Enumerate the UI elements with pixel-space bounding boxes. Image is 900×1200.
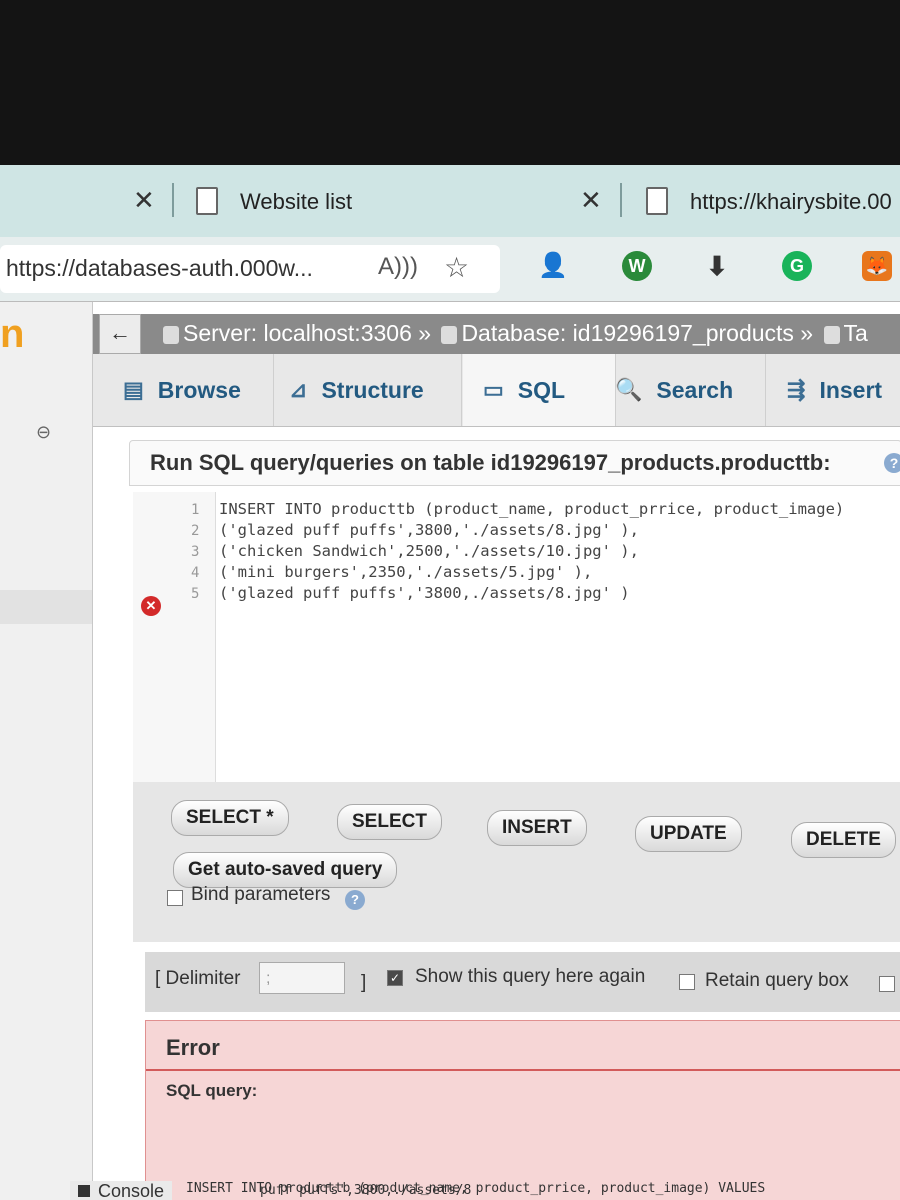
sql-panel-header: Run SQL query/queries on table id1929619…	[129, 440, 900, 486]
query-options-row: [ Delimiter ; ] ✓ Show this query here a…	[145, 952, 900, 1012]
select-button[interactable]: SELECT	[337, 804, 442, 840]
download-icon[interactable]: ⬇	[702, 251, 732, 281]
show-query-again-label: Show this query here again	[415, 966, 646, 987]
syntax-error-icon[interactable]: ✕	[141, 596, 161, 616]
error-title: Error	[166, 1035, 220, 1060]
tab-search-label: Search	[656, 376, 734, 403]
sql-query-label: SQL query:	[166, 1081, 258, 1100]
tab-browse-label: Browse	[157, 376, 241, 403]
console-query-text: puff puffs',3800,./assets/8	[260, 1183, 472, 1198]
code-line: ('glazed puff puffs',3800,'./assets/8.jp…	[219, 521, 639, 539]
nav-selected-item[interactable]	[0, 590, 92, 624]
browse-icon: ▤	[123, 377, 144, 402]
tab-insert[interactable]: ⇶ Insert	[787, 354, 900, 426]
query-buttons: SELECT * SELECT INSERT UPDATE DELETE Get…	[133, 782, 900, 942]
error-box: Error SQL query: INSERT INTO producttb (…	[145, 1020, 900, 1200]
delimiter-input[interactable]: ;	[259, 962, 345, 994]
breadcrumb-server[interactable]: Server: localhost:3306 »	[183, 320, 431, 346]
tab-search[interactable]: 🔍 Search	[615, 354, 766, 426]
update-button[interactable]: UPDATE	[635, 816, 742, 852]
tab-structure[interactable]: ⊿ Structure	[289, 354, 462, 426]
line-number: 2	[191, 523, 200, 539]
link-icon[interactable]: ⊖	[36, 422, 51, 443]
left-navigation: n ⊖	[0, 302, 93, 1200]
get-autosaved-query-button[interactable]: Get auto-saved query	[173, 852, 398, 888]
close-tab-icon[interactable]: ✕	[580, 185, 602, 216]
retain-query-box-checkbox[interactable]	[679, 974, 695, 990]
breadcrumb-database[interactable]: Database: id19296197_products »	[461, 320, 813, 346]
show-query-again-checkbox[interactable]: ✓	[387, 970, 403, 986]
console-label: Console	[98, 1181, 165, 1200]
tab-sql-label: SQL	[517, 376, 566, 403]
code-line: ('glazed puff puffs','3800,./assets/8.jp…	[219, 584, 630, 602]
metamask-icon[interactable]: 🦊	[862, 251, 892, 281]
panel-title: Run SQL query/queries on table id1929619…	[150, 450, 831, 475]
breadcrumb-path: Server: localhost:3306 » Database: id192…	[159, 320, 868, 347]
delimiter-bracket: ]	[361, 972, 367, 993]
bind-parameters-checkbox[interactable]	[167, 890, 183, 906]
line-number: 5	[191, 586, 200, 602]
main-content: ← Server: localhost:3306 » Database: id1…	[93, 302, 900, 1200]
tab-separator	[172, 183, 174, 217]
code-line: ('mini burgers',2350,'./assets/5.jpg' ),	[219, 563, 593, 581]
phpmyadmin-logo: n	[0, 312, 25, 356]
tab-khairysbite[interactable]: https://khairysbite.00	[690, 189, 892, 215]
profile-sync-icon[interactable]: 👤	[538, 251, 568, 281]
address-bar: https://databases-auth.000w... A))) ☆ 👤 …	[0, 237, 900, 302]
w-extension-icon[interactable]: W	[622, 251, 652, 281]
tab-structure-label: Structure	[321, 376, 424, 403]
table-tabs: ▤ Browse ⊿ Structure ▭ SQL 🔍 Search ⇶ Insert	[93, 354, 900, 427]
console-icon	[78, 1185, 90, 1197]
code-line: ('chicken Sandwich',2500,'./assets/10.jp…	[219, 542, 639, 560]
breadcrumb-table[interactable]: Ta	[844, 320, 868, 346]
close-tab-icon[interactable]: ✕	[133, 185, 155, 216]
code-line: INSERT INTO producttb (product_name, pro…	[219, 500, 845, 518]
help-icon[interactable]: ?	[884, 453, 900, 473]
tab-website-list[interactable]: Website list	[240, 189, 352, 215]
retain-query-box-label: Retain query box	[705, 970, 849, 991]
grammarly-icon[interactable]: G	[782, 251, 812, 281]
error-divider	[146, 1069, 900, 1071]
delimiter-label: [ Delimiter	[155, 968, 241, 989]
line-number: 1	[191, 502, 200, 518]
page-icon	[646, 187, 668, 215]
url-field[interactable]: https://databases-auth.000w... A))) ☆	[0, 245, 500, 293]
tab-insert-label: Insert	[819, 376, 883, 403]
breadcrumb: ← Server: localhost:3306 » Database: id1…	[93, 314, 900, 354]
collapse-nav-button[interactable]: ←	[99, 314, 141, 354]
extra-option-checkbox[interactable]	[879, 976, 895, 992]
select-star-button[interactable]: SELECT *	[171, 800, 289, 836]
page-icon	[196, 187, 218, 215]
tab-separator	[620, 183, 622, 217]
insert-button[interactable]: INSERT	[487, 810, 587, 846]
structure-icon: ⊿	[289, 377, 308, 402]
help-icon[interactable]: ?	[345, 890, 365, 910]
server-icon	[163, 325, 179, 344]
url-text: https://databases-auth.000w...	[6, 255, 313, 281]
editor-gutter: 1 2 3 4 5 ✕	[133, 492, 216, 782]
sql-editor[interactable]: 1 2 3 4 5 ✕ INSERT INTO producttb (produ…	[133, 492, 900, 782]
favorite-add-icon[interactable]: ☆	[444, 251, 469, 284]
database-icon	[441, 325, 458, 344]
bind-parameters-label: Bind parameters	[191, 884, 331, 905]
browser-window: ✕ Website list ✕ https://khairysbite.00 …	[0, 165, 900, 1200]
table-icon	[823, 325, 840, 344]
line-number: 4	[191, 565, 200, 581]
tab-bar: ✕ Website list ✕ https://khairysbite.00	[0, 165, 900, 237]
sql-icon: ▭	[483, 377, 504, 402]
tab-browse[interactable]: ▤ Browse	[123, 354, 274, 426]
console-toggle[interactable]: Console	[70, 1181, 173, 1200]
line-number: 3	[191, 544, 200, 560]
read-aloud-icon[interactable]: A)))	[378, 253, 418, 281]
delete-button[interactable]: DELETE	[791, 822, 896, 858]
insert-icon: ⇶	[787, 377, 806, 402]
search-icon: 🔍	[615, 377, 643, 402]
tab-sql[interactable]: ▭ SQL	[463, 354, 616, 426]
